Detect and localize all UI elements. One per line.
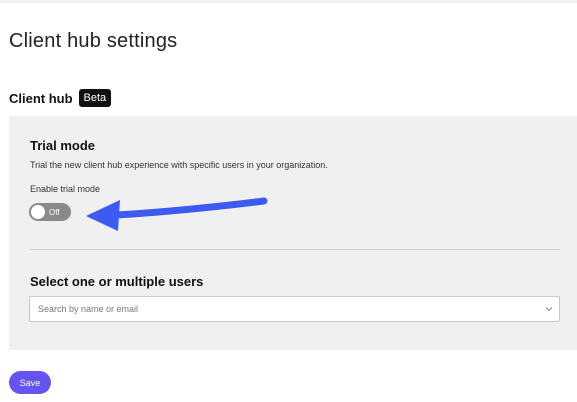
settings-panel: Trial mode Trial the new client hub expe… xyxy=(9,116,577,350)
trial-mode-toggle[interactable]: Off xyxy=(29,203,71,221)
chevron-down-icon[interactable] xyxy=(539,306,559,312)
section-title: Client hub xyxy=(9,90,73,106)
select-users-title: Select one or multiple users xyxy=(30,274,204,289)
beta-badge: Beta xyxy=(78,89,112,107)
top-bar xyxy=(0,0,577,3)
enable-trial-mode-label: Enable trial mode xyxy=(30,184,101,194)
divider xyxy=(29,249,560,250)
user-search-input[interactable] xyxy=(30,297,539,321)
trial-mode-title: Trial mode xyxy=(30,138,96,153)
user-search-select[interactable] xyxy=(29,296,560,322)
toggle-knob xyxy=(31,205,45,219)
trial-mode-description: Trial the new client hub experience with… xyxy=(30,160,328,170)
save-button[interactable]: Save xyxy=(9,371,51,394)
section-header: Client hub Beta xyxy=(9,89,112,107)
toggle-state-label: Off xyxy=(49,207,60,217)
page-title: Client hub settings xyxy=(9,30,178,52)
